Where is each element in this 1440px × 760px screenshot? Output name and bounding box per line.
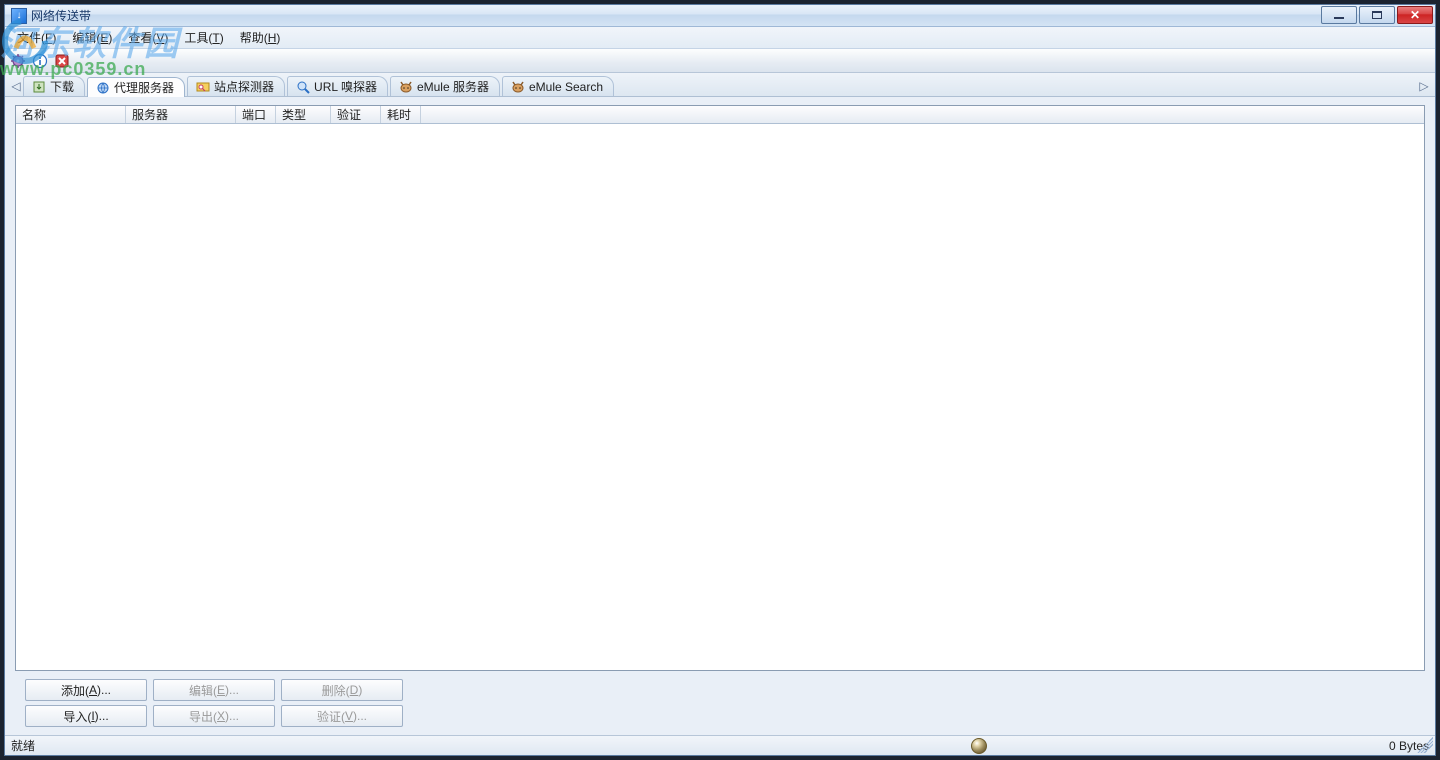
title-bar[interactable]: 网络传送带 ✕ bbox=[5, 5, 1435, 27]
column-header[interactable]: 名称 bbox=[16, 106, 126, 123]
tab-label: URL 嗅探器 bbox=[314, 78, 377, 95]
proxy-icon bbox=[96, 81, 110, 95]
status-orb-icon bbox=[971, 738, 987, 754]
maximize-button[interactable] bbox=[1359, 6, 1395, 24]
download-icon bbox=[32, 80, 46, 94]
tab-label: eMule Search bbox=[529, 80, 603, 94]
tab-label: eMule 服务器 bbox=[417, 78, 489, 95]
button-panel: 添加(A)... 编辑(E)... 删除(D) 导入(I)... 导出(X)... 验证… bbox=[15, 671, 1425, 735]
tab-0[interactable]: 下载 bbox=[23, 76, 85, 96]
tab-5[interactable]: eMule Search bbox=[502, 76, 614, 96]
status-text: 就绪 bbox=[11, 737, 35, 754]
button-d: 删除(D) bbox=[281, 679, 403, 701]
tab-1[interactable]: 代理服务器 bbox=[87, 77, 185, 97]
menu-f[interactable]: 文件(F) bbox=[9, 27, 64, 48]
menu-e[interactable]: 编辑(E) bbox=[64, 27, 120, 48]
table-body[interactable] bbox=[16, 124, 1424, 670]
tabs-bar: ◁ 下载 代理服务器 站点探测器 URL 嗅探器 eMule 服务器 eMule Sear… bbox=[5, 73, 1435, 97]
emule-search-icon bbox=[511, 80, 525, 94]
tab-scroll-left[interactable]: ◁ bbox=[9, 76, 23, 96]
button-i[interactable]: 导入(I)... bbox=[25, 705, 147, 727]
button-e: 编辑(E)... bbox=[153, 679, 275, 701]
tab-label: 下载 bbox=[50, 78, 74, 95]
window-controls: ✕ bbox=[1321, 6, 1433, 24]
tab-2[interactable]: 站点探测器 bbox=[187, 76, 285, 96]
url-sniffer-icon bbox=[296, 80, 310, 94]
tab-3[interactable]: URL 嗅探器 bbox=[287, 76, 388, 96]
menu-bar: 文件(F)编辑(E)查看(V)工具(T)帮助(H) bbox=[5, 27, 1435, 49]
window-title: 网络传送带 bbox=[31, 7, 91, 24]
app-icon bbox=[11, 8, 27, 24]
tab-label: 站点探测器 bbox=[214, 78, 274, 95]
tool-bar bbox=[5, 49, 1435, 73]
tab-scroll-right[interactable]: ▷ bbox=[1417, 76, 1431, 96]
emule-server-icon bbox=[399, 80, 413, 94]
close-button[interactable]: ✕ bbox=[1397, 6, 1433, 24]
button-v: 验证(V)... bbox=[281, 705, 403, 727]
column-header[interactable]: 服务器 bbox=[126, 106, 236, 123]
column-header[interactable]: 端口 bbox=[236, 106, 276, 123]
minimize-button[interactable] bbox=[1321, 6, 1357, 24]
menu-v[interactable]: 查看(V) bbox=[120, 27, 176, 48]
settings-icon[interactable] bbox=[9, 52, 27, 70]
info-icon[interactable] bbox=[31, 52, 49, 70]
button-a[interactable]: 添加(A)... bbox=[25, 679, 147, 701]
content-area: 名称服务器端口类型验证耗时 添加(A)... 编辑(E)... 删除(D) 导入(I… bbox=[5, 97, 1435, 735]
delete-icon[interactable] bbox=[53, 52, 71, 70]
column-header[interactable]: 验证 bbox=[331, 106, 381, 123]
button-row-2: 导入(I)... 导出(X)... 验证(V)... bbox=[25, 705, 1415, 727]
menu-h[interactable]: 帮助(H) bbox=[232, 27, 289, 48]
status-bar: 就绪 0 Bytes bbox=[5, 735, 1435, 755]
table-header: 名称服务器端口类型验证耗时 bbox=[16, 106, 1424, 124]
resize-grip-icon[interactable] bbox=[1417, 737, 1433, 753]
column-header[interactable]: 耗时 bbox=[381, 106, 421, 123]
menu-t[interactable]: 工具(T) bbox=[176, 27, 231, 48]
button-row-1: 添加(A)... 编辑(E)... 删除(D) bbox=[25, 679, 1415, 701]
site-probe-icon bbox=[196, 80, 210, 94]
button-x: 导出(X)... bbox=[153, 705, 275, 727]
app-window: 网络传送带 ✕ 文件(F)编辑(E)查看(V)工具(T)帮助(H) ◁ 下载 代理… bbox=[4, 4, 1436, 756]
column-header[interactable]: 类型 bbox=[276, 106, 331, 123]
tab-4[interactable]: eMule 服务器 bbox=[390, 76, 500, 96]
tab-label: 代理服务器 bbox=[114, 79, 174, 96]
proxy-table: 名称服务器端口类型验证耗时 bbox=[15, 105, 1425, 671]
